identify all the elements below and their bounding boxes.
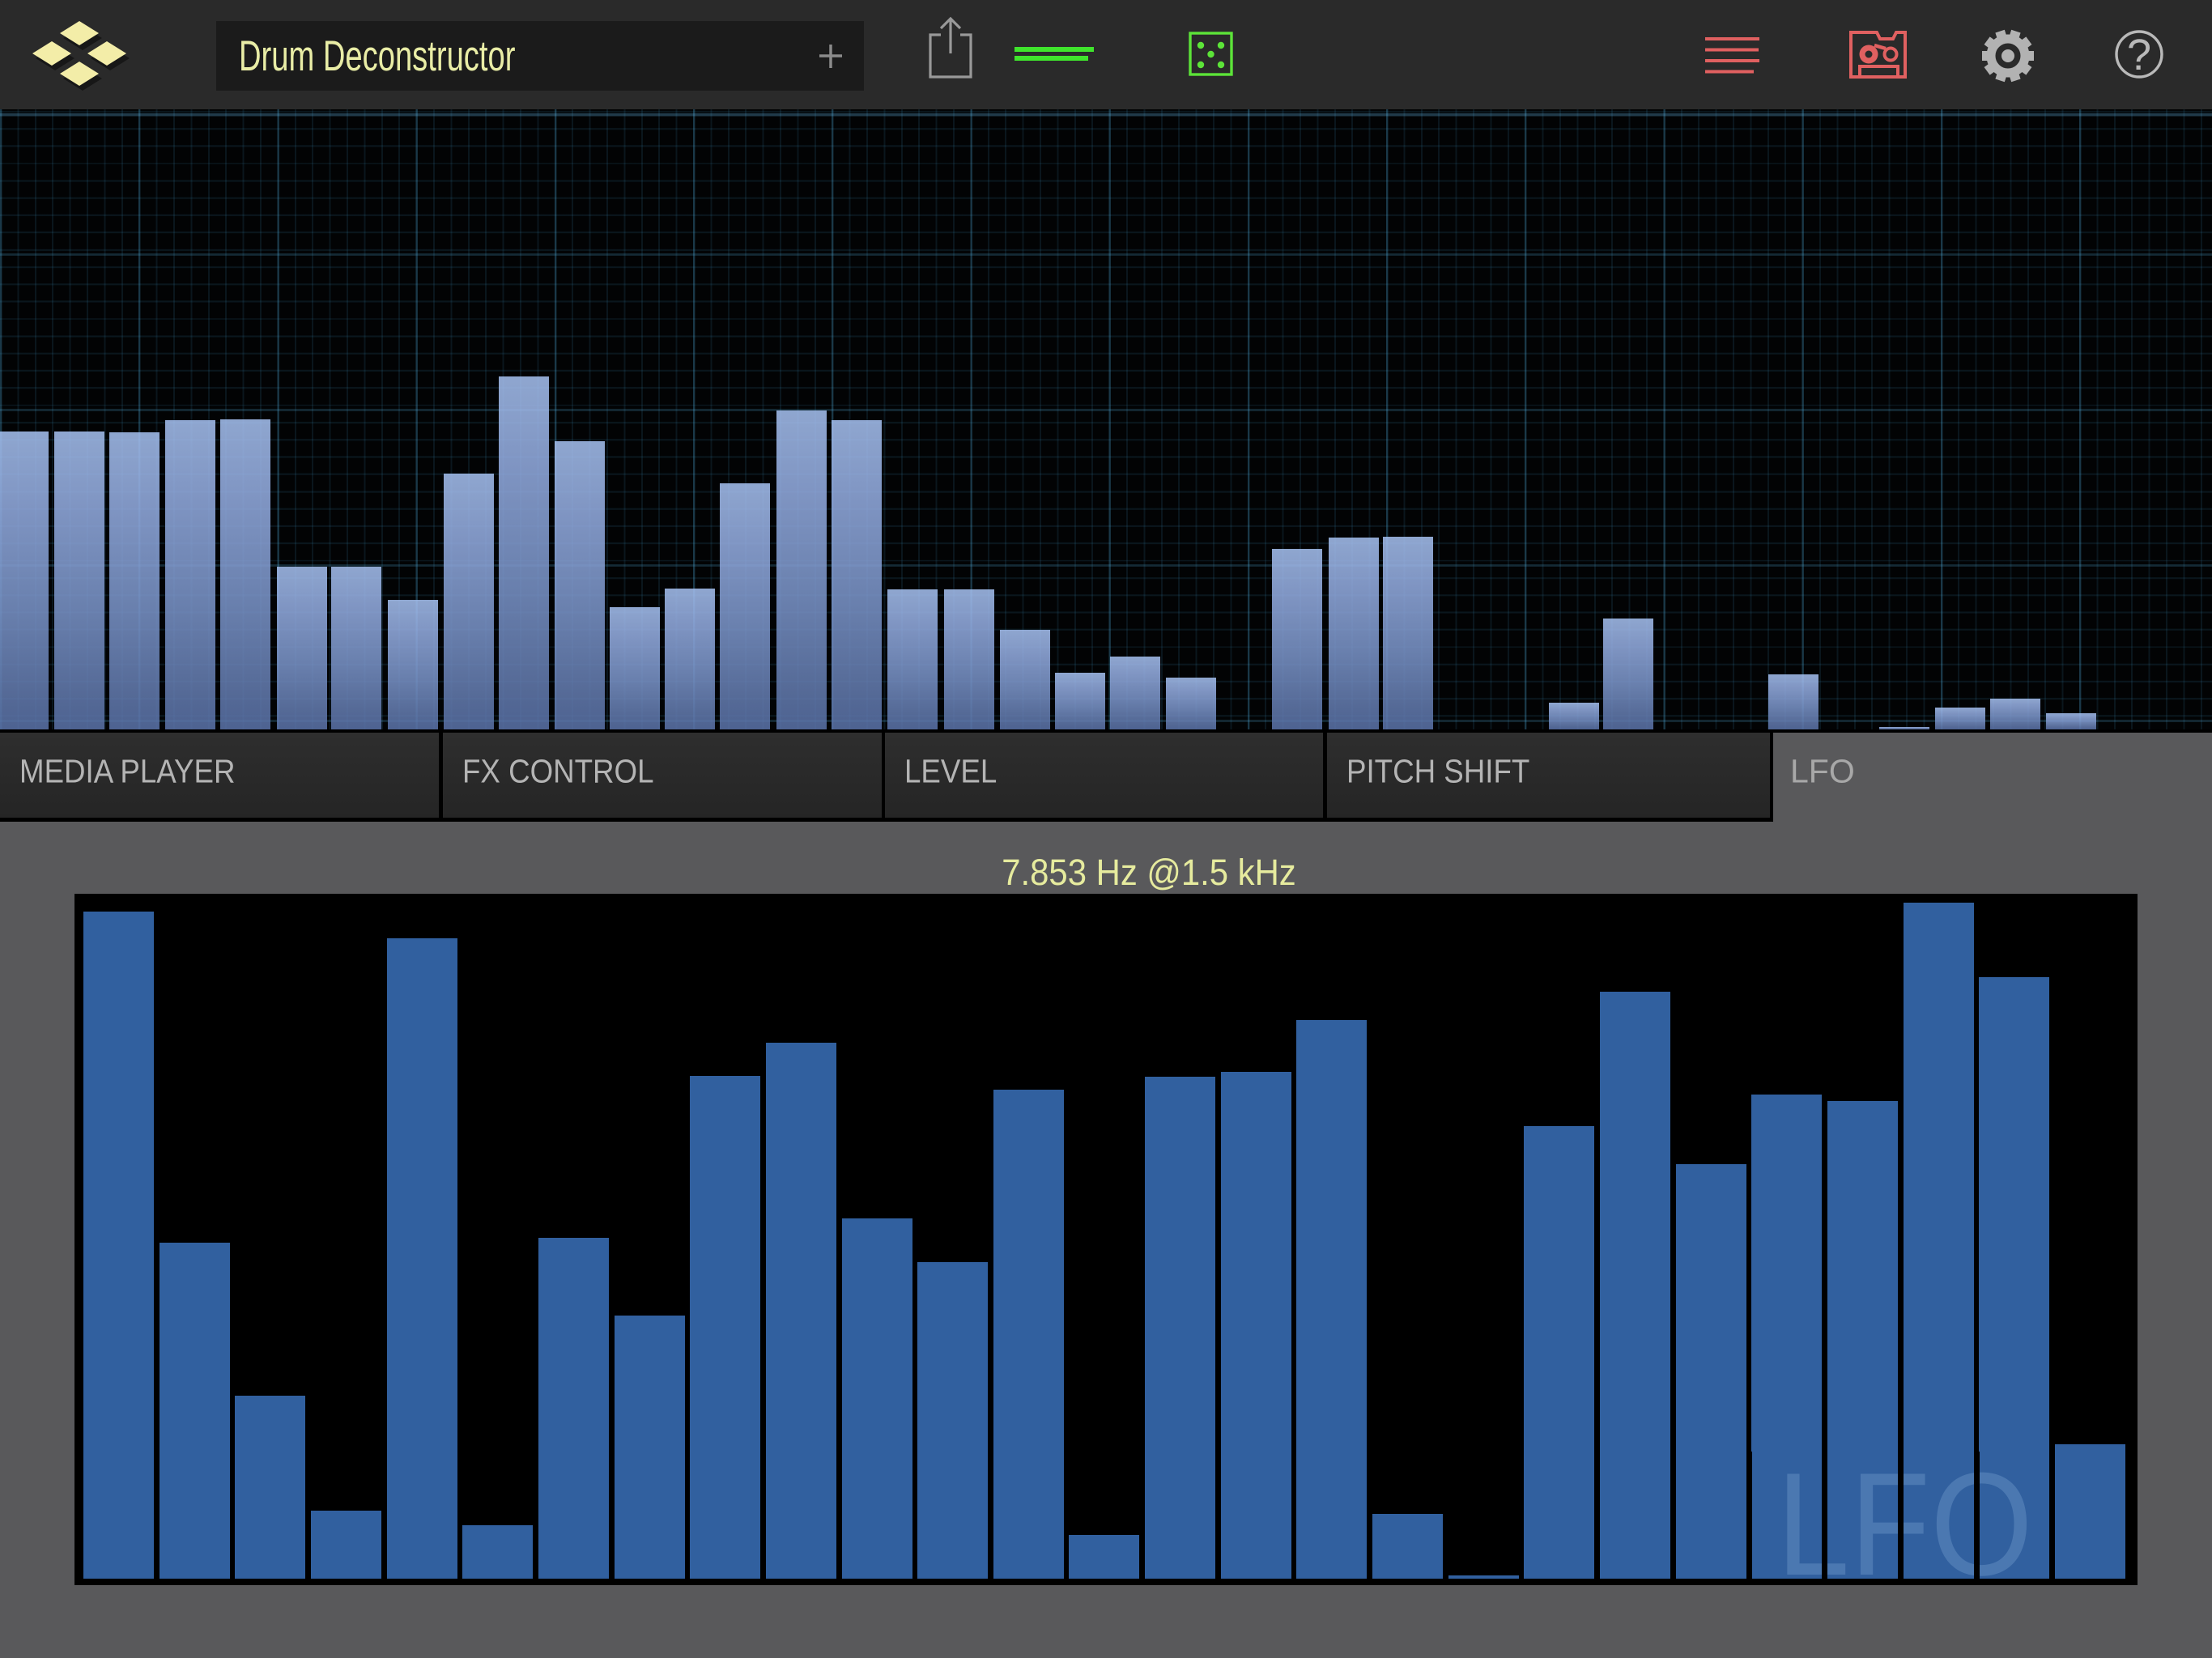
svg-text:?: ?	[2127, 31, 2151, 79]
